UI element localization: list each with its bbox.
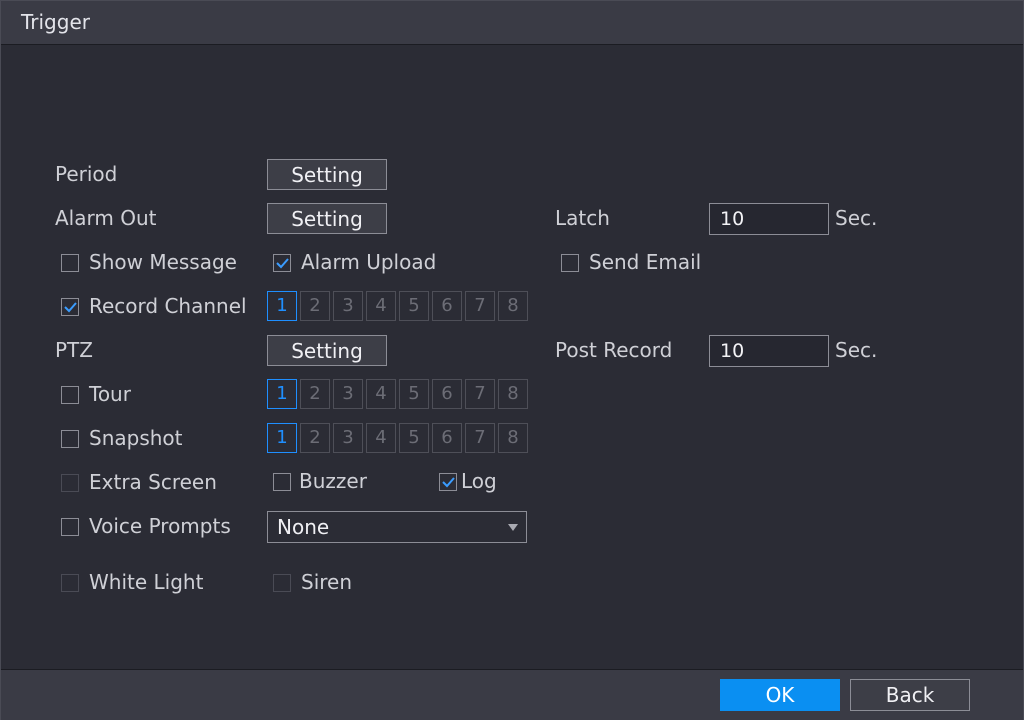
- voice-prompts-dropdown[interactable]: None: [267, 511, 527, 543]
- siren-checkbox: [273, 574, 291, 592]
- channel-7-toggle[interactable]: 7: [465, 379, 495, 409]
- channel-5-toggle[interactable]: 5: [399, 291, 429, 321]
- channel-1-toggle[interactable]: 1: [267, 423, 297, 453]
- latch-unit: Sec.: [835, 206, 878, 230]
- snapshot-checkbox[interactable]: [61, 430, 79, 448]
- channel-8-toggle[interactable]: 8: [498, 379, 528, 409]
- voice-prompts-checkbox[interactable]: [61, 518, 79, 536]
- channel-4-toggle[interactable]: 4: [366, 423, 396, 453]
- channel-5-toggle[interactable]: 5: [399, 379, 429, 409]
- voice-prompts-label: Voice Prompts: [89, 514, 231, 538]
- title-bar: Trigger: [1, 1, 1023, 45]
- back-button[interactable]: Back: [850, 679, 970, 711]
- channel-7-toggle[interactable]: 7: [465, 423, 495, 453]
- channel-2-toggle[interactable]: 2: [300, 291, 330, 321]
- check-icon: [442, 477, 455, 488]
- extra-screen-label: Extra Screen: [89, 470, 217, 494]
- chevron-down-icon: [508, 524, 518, 531]
- ptz-label: PTZ: [55, 338, 93, 362]
- channel-2-toggle[interactable]: 2: [300, 423, 330, 453]
- channel-7-toggle[interactable]: 7: [465, 291, 495, 321]
- alarm-upload-label: Alarm Upload: [301, 250, 437, 274]
- latch-label: Latch: [555, 206, 610, 230]
- channel-8-toggle[interactable]: 8: [498, 423, 528, 453]
- ptz-setting-button[interactable]: Setting: [267, 335, 387, 366]
- show-message-label: Show Message: [89, 250, 237, 274]
- channel-6-toggle[interactable]: 6: [432, 423, 462, 453]
- record-channel-checkbox[interactable]: [61, 298, 79, 316]
- white-light-checkbox: [61, 574, 79, 592]
- post-record-input[interactable]: 10: [709, 335, 829, 367]
- channel-3-toggle[interactable]: 3: [333, 291, 363, 321]
- channel-2-toggle[interactable]: 2: [300, 379, 330, 409]
- period-label: Period: [55, 162, 118, 186]
- voice-prompts-selected-value: None: [277, 515, 330, 539]
- show-message-checkbox[interactable]: [61, 254, 79, 272]
- record-channel-selector: 1 2 3 4 5 6 7 8: [267, 291, 528, 321]
- snapshot-label: Snapshot: [89, 426, 183, 450]
- channel-6-toggle[interactable]: 6: [432, 291, 462, 321]
- ok-button[interactable]: OK: [720, 679, 840, 711]
- tour-channel-selector: 1 2 3 4 5 6 7 8: [267, 379, 528, 409]
- white-light-label: White Light: [89, 570, 204, 594]
- channel-5-toggle[interactable]: 5: [399, 423, 429, 453]
- check-icon: [276, 258, 289, 269]
- log-label: Log: [461, 469, 497, 493]
- channel-3-toggle[interactable]: 3: [333, 379, 363, 409]
- channel-1-toggle[interactable]: 1: [267, 379, 297, 409]
- siren-label: Siren: [301, 570, 353, 594]
- alarm-upload-checkbox[interactable]: [273, 254, 291, 272]
- post-record-label: Post Record: [555, 338, 673, 362]
- channel-4-toggle[interactable]: 4: [366, 291, 396, 321]
- snapshot-channel-selector: 1 2 3 4 5 6 7 8: [267, 423, 528, 453]
- log-checkbox[interactable]: [439, 473, 457, 491]
- tour-checkbox[interactable]: [61, 386, 79, 404]
- channel-8-toggle[interactable]: 8: [498, 291, 528, 321]
- period-setting-button[interactable]: Setting: [267, 159, 387, 190]
- latch-input[interactable]: 10: [709, 203, 829, 235]
- tour-label: Tour: [89, 382, 131, 406]
- trigger-dialog: Trigger Period Setting Alarm Out Setting…: [0, 0, 1024, 720]
- channel-4-toggle[interactable]: 4: [366, 379, 396, 409]
- buzzer-label: Buzzer: [299, 469, 367, 493]
- alarm-out-label: Alarm Out: [55, 206, 157, 230]
- dialog-title: Trigger: [21, 10, 90, 34]
- alarm-out-setting-button[interactable]: Setting: [267, 203, 387, 234]
- channel-6-toggle[interactable]: 6: [432, 379, 462, 409]
- send-email-checkbox[interactable]: [561, 254, 579, 272]
- check-icon: [64, 302, 77, 313]
- record-channel-label: Record Channel: [89, 294, 247, 318]
- buzzer-checkbox[interactable]: [273, 473, 291, 491]
- extra-screen-checkbox: [61, 474, 79, 492]
- post-record-unit: Sec.: [835, 338, 878, 362]
- channel-3-toggle[interactable]: 3: [333, 423, 363, 453]
- send-email-label: Send Email: [589, 250, 702, 274]
- channel-1-toggle[interactable]: 1: [267, 291, 297, 321]
